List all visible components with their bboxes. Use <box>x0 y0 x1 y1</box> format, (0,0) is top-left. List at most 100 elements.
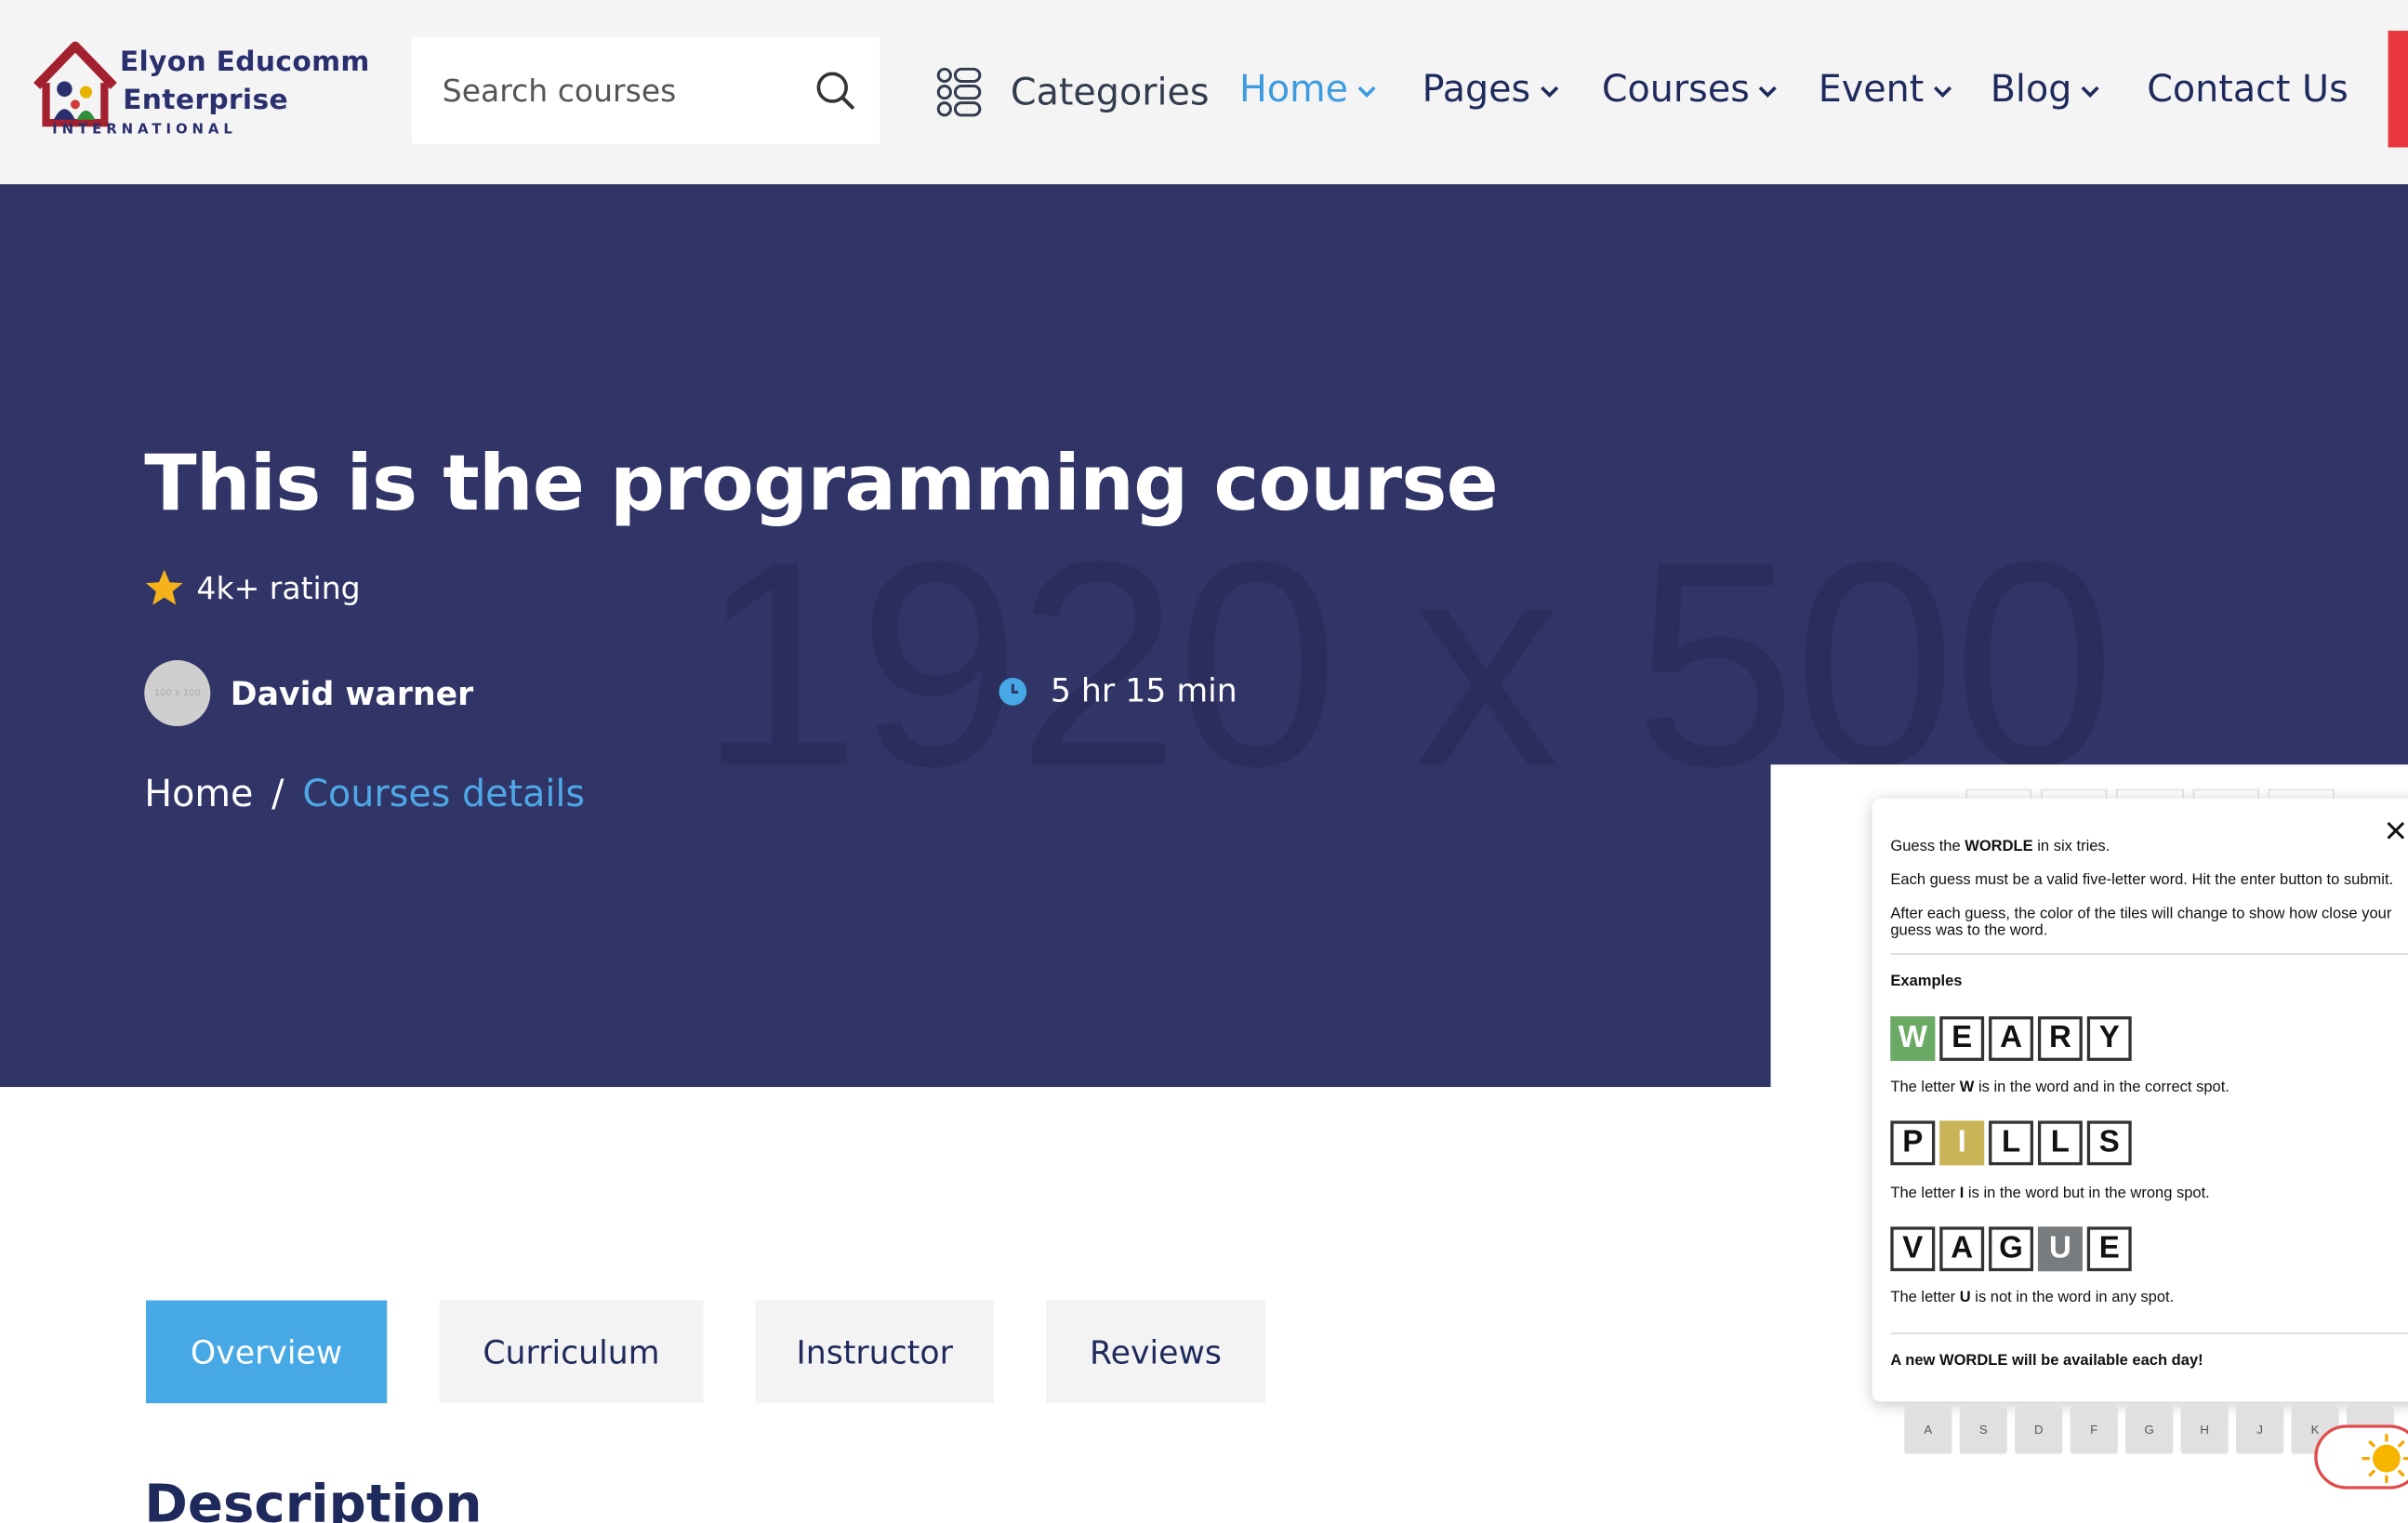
chevron-down-icon <box>1933 86 1952 98</box>
nav-event[interactable]: Event <box>1819 59 1953 120</box>
caption-pre: The letter <box>1890 1290 1960 1307</box>
tile: G <box>1989 1226 2033 1272</box>
example-caption-3: The letter U is not in the word in any s… <box>1890 1290 2174 1306</box>
wordle-rule-1: Each guess must be a valid five-letter w… <box>1890 871 2394 890</box>
examples-heading: Examples <box>1890 973 1963 991</box>
nav-event-label: Event <box>1818 67 1925 111</box>
house-family-logo-icon <box>33 41 117 127</box>
avatar-placeholder-text: 100 x 100 <box>153 687 201 699</box>
caption-letter: W <box>1959 1079 1975 1096</box>
brand-logo[interactable]: Elyon Educomm Enterprise INTERNATIONAL <box>31 33 369 144</box>
brand-tagline: INTERNATIONAL <box>52 123 237 139</box>
tab-instructor[interactable]: Instructor <box>755 1300 994 1404</box>
breadcrumb-home-link[interactable]: Home <box>144 773 253 815</box>
nav-blog-label: Blog <box>1990 67 2072 111</box>
wordle-rule-2b: guess was to the word. <box>1890 922 2048 940</box>
breadcrumb: Home / Courses details <box>144 773 585 815</box>
course-title: This is the programming course <box>144 439 1498 529</box>
chevron-down-icon <box>2081 86 2099 98</box>
chevron-down-icon <box>1540 86 1558 98</box>
example-tiles-weary: W E A R Y <box>1890 1016 2132 1061</box>
caption-pre: The letter <box>1890 1185 1960 1202</box>
site-header: Elyon Educomm Enterprise INTERNATIONAL C… <box>0 0 2408 185</box>
close-icon[interactable] <box>2385 820 2406 841</box>
nav-blog[interactable]: Blog <box>1991 59 2101 120</box>
sun-icon <box>2362 1434 2408 1484</box>
nav-courses-label: Courses <box>1601 67 1750 111</box>
course-author[interactable]: 100 x 100 David warner <box>144 660 474 727</box>
chevron-down-icon <box>1357 86 1376 98</box>
tile: E <box>1939 1016 1985 1061</box>
key-a[interactable]: A <box>1904 1406 1952 1454</box>
avatar: 100 x 100 <box>144 660 211 727</box>
example-tiles-vague: V A G U E <box>1890 1226 2132 1272</box>
key-j[interactable]: J <box>2236 1406 2284 1454</box>
wordle-help-modal: Guess the WORDLE in six tries. Each gues… <box>1872 798 2408 1402</box>
example-caption-2: The letter I is in the word but in the w… <box>1890 1185 2209 1202</box>
wordle-intro: Guess the WORDLE in six tries. <box>1890 839 2110 855</box>
breadcrumb-current: Courses details <box>302 772 586 815</box>
search-icon[interactable] <box>814 69 856 112</box>
key-f[interactable]: F <box>2070 1406 2118 1454</box>
nav-pages[interactable]: Pages <box>1422 59 1560 120</box>
nav-contact-label: Contact Us <box>2147 67 2348 111</box>
course-rating: 4k+ rating <box>144 568 361 608</box>
tile: E <box>2086 1226 2132 1272</box>
tile: Y <box>2086 1016 2132 1061</box>
tile: L <box>2037 1120 2083 1166</box>
wordle-rule-2a: After each guess, the color of the tiles… <box>1890 906 2392 923</box>
nav-contact-us[interactable]: Contact Us <box>2147 59 2348 120</box>
key-h[interactable]: H <box>2180 1406 2229 1454</box>
star-icon <box>145 569 183 605</box>
tab-curriculum[interactable]: Curriculum <box>439 1300 704 1404</box>
caption-pre: The letter <box>1890 1079 1960 1096</box>
key-s[interactable]: S <box>1959 1406 2007 1454</box>
nav-courses[interactable]: Courses <box>1602 59 1779 120</box>
example-caption-1: The letter W is in the word and in the c… <box>1890 1079 2229 1096</box>
author-name: David warner <box>230 674 474 712</box>
wordle-intro-post: in six tries. <box>2032 838 2110 855</box>
tile: I <box>1939 1120 1985 1166</box>
key-g[interactable]: G <box>2125 1406 2174 1454</box>
caption-letter: U <box>1959 1290 1971 1307</box>
tile: W <box>1890 1016 1936 1061</box>
course-duration: 5 hr 15 min <box>999 672 1237 709</box>
caption-post: is in the word and in the correct spot. <box>1974 1079 2229 1096</box>
nav-home-label: Home <box>1239 67 1349 111</box>
tile: S <box>2086 1120 2132 1166</box>
wordle-intro-pre: Guess the <box>1890 838 1965 855</box>
nav-home[interactable]: Home <box>1239 59 1377 120</box>
tile: A <box>1939 1226 1985 1272</box>
tile: U <box>2037 1226 2083 1272</box>
tab-overview[interactable]: Overview <box>145 1300 388 1404</box>
wordle-intro-bold: WORDLE <box>1965 838 2033 855</box>
categories-menu[interactable]: Categories <box>936 61 1210 123</box>
brand-name-line1: Elyon Educomm <box>119 46 370 79</box>
example-tiles-pills: P I L L S <box>1890 1120 2132 1166</box>
breadcrumb-separator: / <box>271 772 284 815</box>
clock-icon <box>999 677 1027 705</box>
search-box <box>411 36 880 145</box>
tile: V <box>1890 1226 1936 1272</box>
grid-list-icon <box>936 67 982 117</box>
caption-post: is in the word but in the wrong spot. <box>1964 1185 2210 1202</box>
chevron-down-icon <box>1759 86 1778 98</box>
tab-reviews[interactable]: Reviews <box>1045 1300 1266 1404</box>
rating-text: 4k+ rating <box>196 569 361 607</box>
search-input[interactable] <box>442 64 812 117</box>
divider <box>1890 953 2408 956</box>
tile: L <box>1989 1120 2033 1166</box>
tile: P <box>1890 1120 1936 1166</box>
tile: A <box>1989 1016 2033 1061</box>
key-d[interactable]: D <box>2015 1406 2063 1454</box>
categories-label: Categories <box>1010 70 1210 114</box>
duration-text: 5 hr 15 min <box>1050 672 1237 709</box>
tile: R <box>2037 1016 2083 1061</box>
caption-post: is not in the word in any spot. <box>1970 1290 2175 1307</box>
nav-pages-label: Pages <box>1422 67 1531 111</box>
wordle-footer-note: A new WORDLE will be available each day! <box>1890 1352 2203 1370</box>
brand-name-line2: Enterprise <box>123 84 288 117</box>
divider <box>1890 1332 2408 1334</box>
cta-button[interactable] <box>2388 31 2408 148</box>
description-heading: Description <box>144 1474 483 1523</box>
